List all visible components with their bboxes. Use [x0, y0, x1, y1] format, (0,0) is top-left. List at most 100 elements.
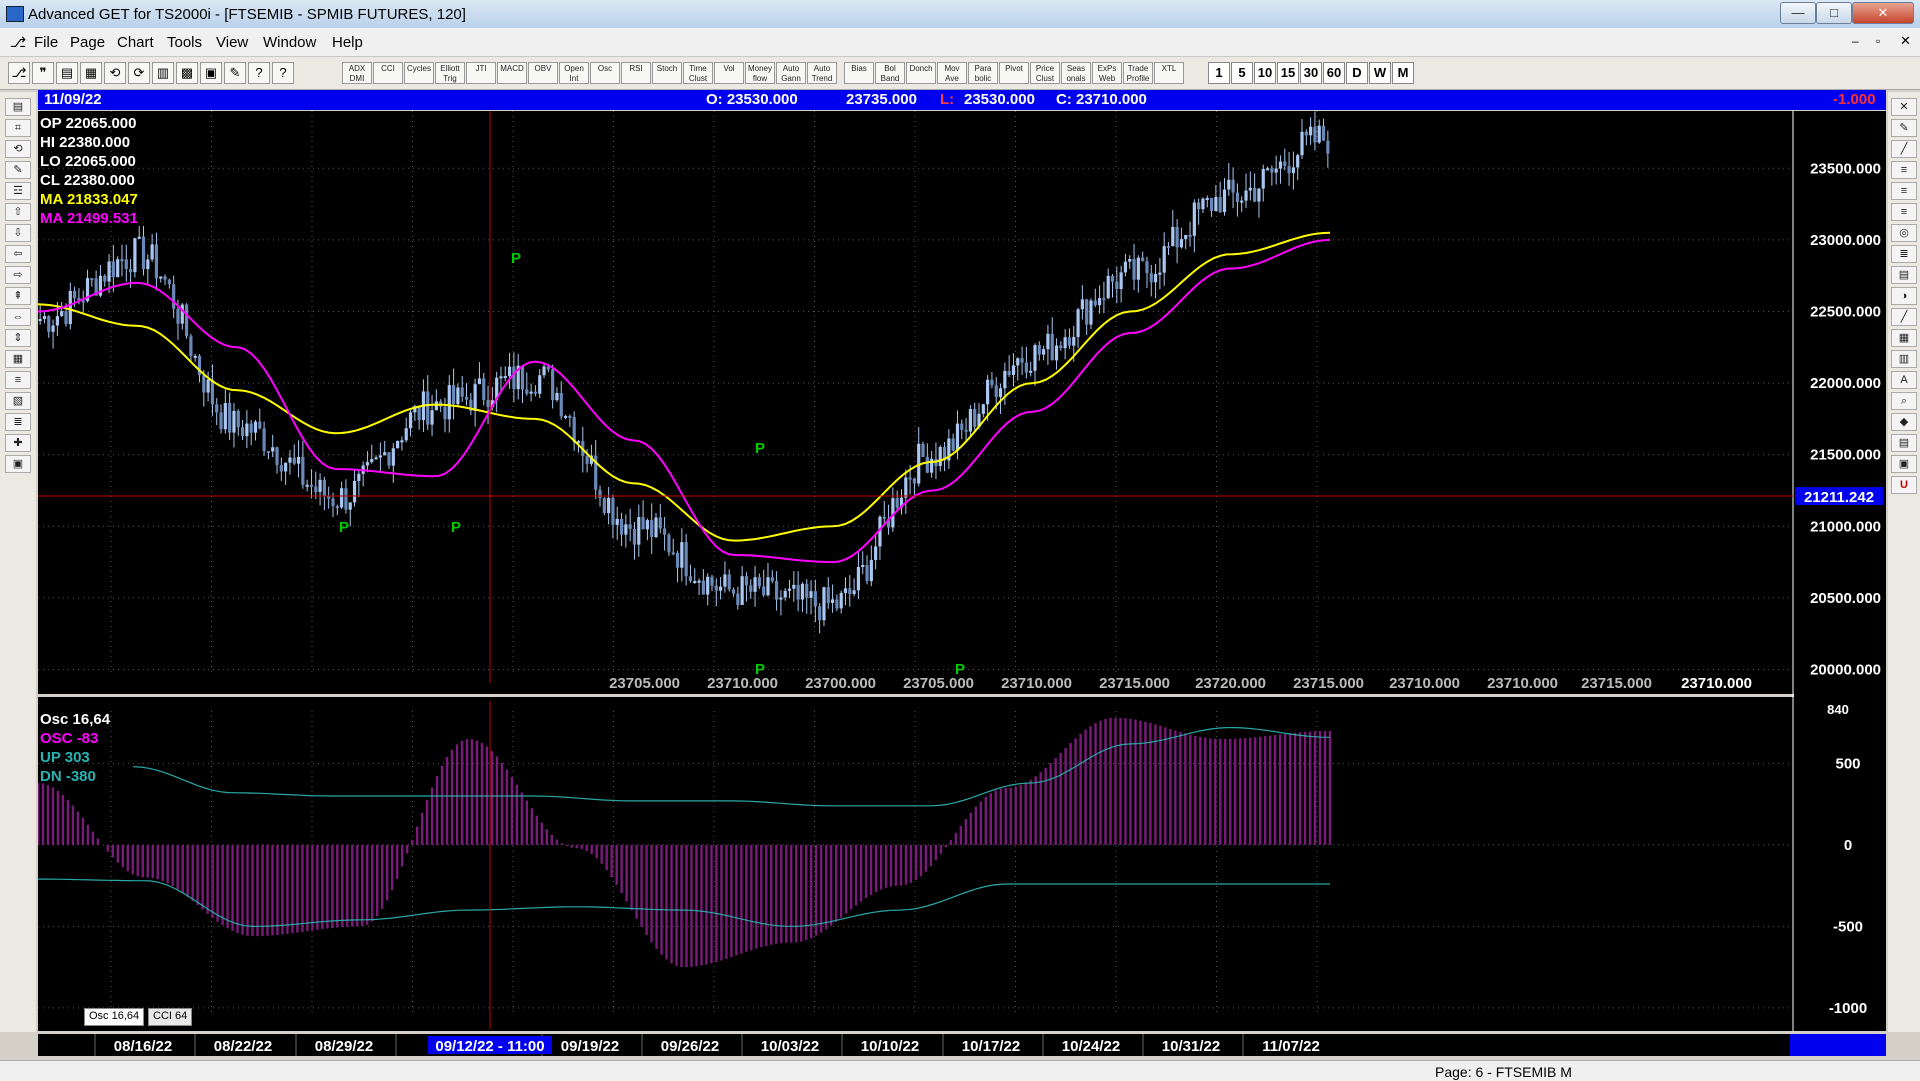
study-button-22[interactable]: Price Clust — [1030, 62, 1060, 84]
left-tool-13[interactable]: ≡ — [5, 371, 31, 389]
study-button-17[interactable]: Bol Band — [875, 62, 905, 84]
study-button-3[interactable]: Elliott Trig — [435, 62, 465, 84]
left-tool-11[interactable]: ⇕ — [5, 329, 31, 347]
right-tool-5[interactable]: ≡ — [1891, 203, 1917, 221]
timeframe-button-M[interactable]: M — [1392, 62, 1414, 84]
right-tool-14[interactable]: ⌕ — [1891, 392, 1917, 410]
timeframe-button-10[interactable]: 10 — [1254, 62, 1276, 84]
left-tool-2[interactable]: ⟲ — [5, 140, 31, 158]
right-tool-1[interactable]: ✎ — [1891, 119, 1917, 137]
study-button-1[interactable]: CCI — [373, 62, 403, 84]
mdi-restore-icon[interactable]: ▫ — [1876, 34, 1880, 48]
right-tool-7[interactable]: ≣ — [1891, 245, 1917, 263]
toolbar-icon-11[interactable]: ? — [272, 62, 294, 84]
study-button-7[interactable]: Open Int — [559, 62, 589, 84]
left-tool-10[interactable]: ⇔ — [5, 308, 31, 326]
toolbar-icon-8[interactable]: ▣ — [200, 62, 222, 84]
study-button-6[interactable]: OBV — [528, 62, 558, 84]
right-tool-6[interactable]: ◎ — [1891, 224, 1917, 242]
left-tool-7[interactable]: ⇦ — [5, 245, 31, 263]
right-tool-18[interactable]: U — [1891, 476, 1917, 494]
menu-chart[interactable]: Chart — [117, 34, 154, 51]
toolbar-icon-10[interactable]: ? — [248, 62, 270, 84]
study-button-9[interactable]: RSI — [621, 62, 651, 84]
right-tool-3[interactable]: ≡ — [1891, 161, 1917, 179]
toolbar-icon-9[interactable]: ✎ — [224, 62, 246, 84]
left-tool-12[interactable]: ▦ — [5, 350, 31, 368]
right-tool-13[interactable]: A — [1891, 371, 1917, 389]
left-tool-8[interactable]: ⇨ — [5, 266, 31, 284]
menu-view[interactable]: View — [216, 34, 248, 51]
menu-help[interactable]: Help — [332, 34, 363, 51]
study-button-26[interactable]: XTL — [1154, 62, 1184, 84]
maximize-button[interactable]: □ — [1816, 2, 1852, 24]
right-tool-0[interactable]: ✕ — [1891, 98, 1917, 116]
right-tool-10[interactable]: ╱ — [1891, 308, 1917, 326]
left-tool-3[interactable]: ✎ — [5, 161, 31, 179]
right-tool-2[interactable]: ╱ — [1891, 140, 1917, 158]
timeframe-button-1[interactable]: 1 — [1208, 62, 1230, 84]
chart-area[interactable]: 21211.242 P P P P P P OP 22065.000 HI 22380.000 L… — [36, 111, 1886, 1031]
menu-file[interactable]: File — [34, 34, 58, 51]
study-button-13[interactable]: Money flow — [745, 62, 775, 84]
toolbar-icon-3[interactable]: ▦ — [80, 62, 102, 84]
mdi-close-icon[interactable]: ✕ — [1900, 33, 1911, 49]
study-button-24[interactable]: ExPs Web — [1092, 62, 1122, 84]
left-tool-1[interactable]: ⌗ — [5, 119, 31, 137]
tab-scroll-left[interactable]: ◀ — [42, 1009, 50, 1020]
study-button-8[interactable]: Osc — [590, 62, 620, 84]
study-button-10[interactable]: Stoch — [652, 62, 682, 84]
toolbar-icon-0[interactable]: ⎇ — [8, 62, 30, 84]
left-tool-16[interactable]: ✚ — [5, 434, 31, 452]
timeframe-button-D[interactable]: D — [1346, 62, 1368, 84]
left-tool-0[interactable]: ▤ — [5, 98, 31, 116]
left-tool-15[interactable]: ≣ — [5, 413, 31, 431]
tab-scroll-right[interactable]: ▶ — [60, 1009, 68, 1020]
timeframe-button-30[interactable]: 30 — [1300, 62, 1322, 84]
study-button-19[interactable]: Mov Ave — [937, 62, 967, 84]
study-button-0[interactable]: ADX DMI — [342, 62, 372, 84]
study-button-21[interactable]: Pivot — [999, 62, 1029, 84]
study-button-4[interactable]: JTI — [466, 62, 496, 84]
left-tool-5[interactable]: ⇧ — [5, 203, 31, 221]
study-button-16[interactable]: Bias — [844, 62, 874, 84]
toolbar-icon-6[interactable]: ▥ — [152, 62, 174, 84]
right-tool-12[interactable]: ▥ — [1891, 350, 1917, 368]
left-tool-17[interactable]: ▣ — [5, 455, 31, 473]
timeframe-button-W[interactable]: W — [1369, 62, 1391, 84]
study-button-15[interactable]: Auto Trend — [807, 62, 837, 84]
study-button-11[interactable]: Time Clust — [683, 62, 713, 84]
toolbar-icon-4[interactable]: ⟲ — [104, 62, 126, 84]
right-tool-4[interactable]: ≡ — [1891, 182, 1917, 200]
left-tool-14[interactable]: ▧ — [5, 392, 31, 410]
toolbar-icon-7[interactable]: ▩ — [176, 62, 198, 84]
menu-tools[interactable]: Tools — [167, 34, 202, 51]
study-button-2[interactable]: Cycles — [404, 62, 434, 84]
close-button[interactable]: ✕ — [1852, 2, 1914, 24]
tab-osc[interactable]: Osc 16,64 — [84, 1008, 145, 1026]
right-tool-16[interactable]: ▤ — [1891, 434, 1917, 452]
right-tool-17[interactable]: ▣ — [1891, 455, 1917, 473]
left-tool-9[interactable]: ⇞ — [5, 287, 31, 305]
chart-svg[interactable]: 21211.242P PPPP POP 22065.000HI 22380.000L… — [36, 111, 1886, 1031]
minimize-button[interactable]: — — [1780, 2, 1816, 24]
study-button-25[interactable]: Trade Profile — [1123, 62, 1153, 84]
study-button-18[interactable]: Donch — [906, 62, 936, 84]
toolbar-icon-1[interactable]: ❞ — [32, 62, 54, 84]
menu-window[interactable]: Window — [263, 34, 316, 51]
timeframe-button-5[interactable]: 5 — [1231, 62, 1253, 84]
timeframe-button-60[interactable]: 60 — [1323, 62, 1345, 84]
date-scroll-thumb[interactable] — [1790, 1034, 1886, 1056]
toolbar-icon-5[interactable]: ⟳ — [128, 62, 150, 84]
study-button-12[interactable]: Vol — [714, 62, 744, 84]
study-button-5[interactable]: MACD — [497, 62, 527, 84]
timeframe-button-15[interactable]: 15 — [1277, 62, 1299, 84]
right-tool-9[interactable]: ◑ — [1891, 287, 1917, 305]
mdi-minimize-icon[interactable]: – — [1852, 34, 1859, 48]
right-tool-8[interactable]: ▤ — [1891, 266, 1917, 284]
left-tool-6[interactable]: ⇩ — [5, 224, 31, 242]
toolbar-icon-2[interactable]: ▤ — [56, 62, 78, 84]
right-tool-15[interactable]: ◆ — [1891, 413, 1917, 431]
menu-page[interactable]: Page — [70, 34, 105, 51]
left-tool-4[interactable]: ☲ — [5, 182, 31, 200]
